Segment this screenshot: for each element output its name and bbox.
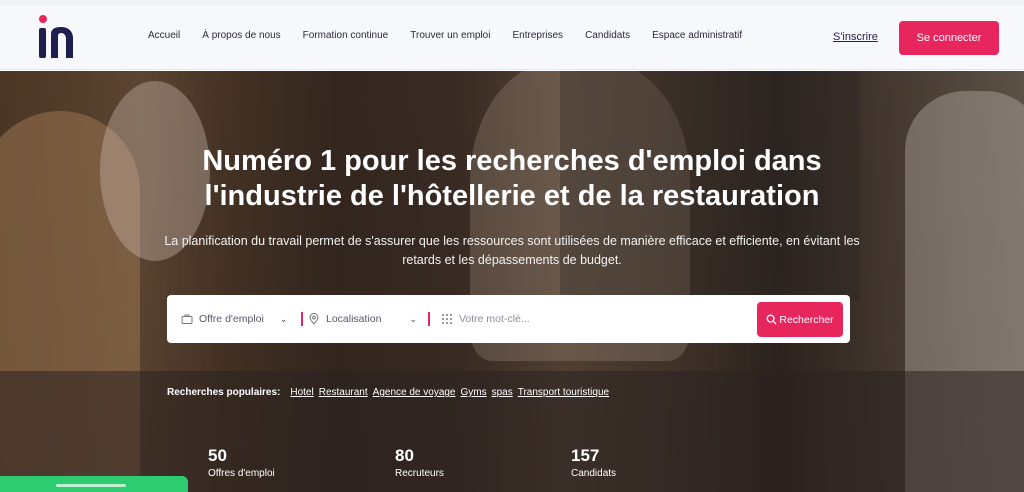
popular-link-spas[interactable]: spas <box>492 387 513 398</box>
site-header: Accueil À propos de nous Formation conti… <box>0 0 1024 70</box>
popular-link-hotel[interactable]: Hotel <box>290 387 313 398</box>
popular-link-restaurant[interactable]: Restaurant <box>319 387 368 398</box>
hero-section: Numéro 1 pour les recherches d'emploi da… <box>0 71 1024 492</box>
stat-label: Offres d'emploi <box>208 468 275 479</box>
popular-link-agence-voyage[interactable]: Agence de voyage <box>373 387 456 398</box>
login-button[interactable]: Se connecter <box>899 21 999 55</box>
nav-entreprises[interactable]: Entreprises <box>512 30 563 41</box>
chevron-down-icon: ⌄ <box>279 313 288 324</box>
hero-subline: La planification du travail permet de s'… <box>164 234 860 267</box>
grid-icon <box>442 314 452 324</box>
stat-label: Candidats <box>571 468 617 479</box>
nav-espace-administratif[interactable]: Espace administratif <box>652 30 742 41</box>
brand-logo[interactable] <box>36 14 76 60</box>
main-nav: Accueil À propos de nous Formation conti… <box>148 0 764 70</box>
stat-recruteurs: 80 Recruteurs <box>395 446 444 482</box>
keyword-field[interactable]: Votre mot-clé... <box>441 295 530 343</box>
popular-searches: Recherches populaires: Hotel Restaurant … <box>167 387 614 398</box>
popular-link-gyms[interactable]: Gyms <box>461 387 487 398</box>
popular-searches-label: Recherches populaires: <box>167 387 281 398</box>
popular-link-transport[interactable]: Transport touristique <box>518 387 609 398</box>
stat-value: 157 <box>571 446 600 465</box>
search-icon <box>766 314 777 325</box>
field-separator <box>428 312 430 326</box>
job-type-select[interactable]: Offre d'emploi ⌄ <box>181 295 287 343</box>
stat-offres: 50 Offres d'emploi <box>208 446 275 482</box>
nav-a-propos[interactable]: À propos de nous <box>202 30 280 41</box>
location-select[interactable]: Localisation ⌄ <box>308 295 417 343</box>
headline-line-2: l'industrie de l'hôtellerie et de la res… <box>204 180 820 212</box>
job-search-bar: Offre d'emploi ⌄ Localisation ⌄ Votre mo… <box>167 295 850 343</box>
nav-candidats[interactable]: Candidats <box>585 30 630 41</box>
location-pin-icon <box>309 313 319 325</box>
stat-value: 80 <box>395 446 414 465</box>
search-button-label: Rechercher <box>779 313 834 326</box>
headline-line-1: Numéro 1 pour les recherches d'emploi da… <box>202 145 822 177</box>
field-separator <box>301 312 303 326</box>
hero-headline: Numéro 1 pour les recherches d'emploi da… <box>0 144 1024 214</box>
briefcase-icon <box>181 314 193 324</box>
floating-chat-tab[interactable] <box>0 476 188 492</box>
chevron-down-icon: ⌄ <box>409 313 417 324</box>
location-value: Localisation <box>326 313 382 325</box>
stat-value: 50 <box>208 446 227 465</box>
nav-formation-continue[interactable]: Formation continue <box>303 30 389 41</box>
keyword-placeholder: Votre mot-clé... <box>459 313 530 325</box>
stat-candidats: 157 Candidats <box>571 446 616 482</box>
nav-trouver-emploi[interactable]: Trouver un emploi <box>410 30 490 41</box>
chat-tab-handle <box>56 484 126 487</box>
job-type-value: Offre d'emploi <box>199 313 264 325</box>
nav-accueil[interactable]: Accueil <box>148 30 180 41</box>
signup-link[interactable]: S'inscrire <box>833 31 878 43</box>
search-button[interactable]: Rechercher <box>757 302 843 337</box>
stat-label: Recruteurs <box>395 468 444 479</box>
